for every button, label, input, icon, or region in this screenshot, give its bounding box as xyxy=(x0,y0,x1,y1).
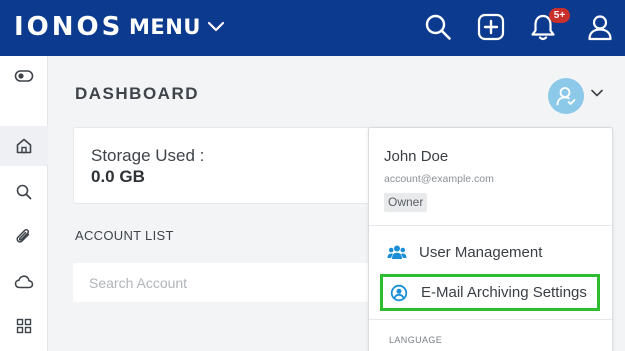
user-icon xyxy=(588,15,612,41)
menu-item-user-management[interactable]: User Management xyxy=(369,235,612,269)
top-bar: IONOS MENU 5+ xyxy=(0,0,625,56)
plus-square-icon xyxy=(477,13,505,41)
main-menu-button[interactable]: MENU xyxy=(129,12,225,42)
storage-label: Storage Used : xyxy=(91,146,205,165)
home-icon xyxy=(16,138,32,154)
notification-count-badge: 5+ xyxy=(549,8,570,23)
storage-value: 0.0 GB xyxy=(91,167,145,186)
menu-item-label: User Management xyxy=(419,243,543,261)
divider xyxy=(369,225,612,226)
rail-item-home[interactable] xyxy=(0,126,48,166)
user-circle-icon xyxy=(389,283,409,303)
rail-item-attachments[interactable] xyxy=(0,217,48,257)
divider xyxy=(369,319,612,320)
apps-grid-icon xyxy=(16,318,32,334)
chevron-down-icon xyxy=(207,21,224,32)
user-email: account@example.com xyxy=(384,173,494,185)
users-icon xyxy=(387,242,407,262)
menu-item-label: E-Mail Archiving Settings xyxy=(421,284,587,301)
search-icon xyxy=(16,184,32,200)
user-name: John Doe xyxy=(384,148,449,165)
storage-card: Storage Used : 0.0 GB xyxy=(73,127,373,204)
chevron-down-icon[interactable] xyxy=(590,88,604,98)
main-menu-label: MENU xyxy=(129,15,201,39)
role-badge: Owner xyxy=(384,193,428,212)
paperclip-icon xyxy=(16,228,30,243)
rail-item-cloud[interactable] xyxy=(0,262,48,302)
ionos-logo[interactable]: IONOS xyxy=(14,12,123,42)
search-icon xyxy=(425,14,451,40)
user-avatar-icon xyxy=(556,87,576,106)
menu-item-email-archiving-settings[interactable]: E-Mail Archiving Settings xyxy=(380,274,600,311)
account-list-heading: ACCOUNT LIST xyxy=(75,228,174,243)
add-button[interactable] xyxy=(474,10,508,44)
page-title: DASHBOARD xyxy=(75,84,199,103)
cloud-icon xyxy=(14,275,34,289)
account-button[interactable] xyxy=(583,10,617,44)
left-rail xyxy=(0,56,48,351)
rail-item-search[interactable] xyxy=(0,172,48,212)
toggle-icon xyxy=(14,70,34,82)
user-avatar-button[interactable] xyxy=(548,78,584,114)
language-heading: LANGUAGE xyxy=(389,335,443,345)
rail-item-toggle[interactable] xyxy=(0,56,48,96)
header-search-button[interactable] xyxy=(421,10,455,44)
user-dropdown-menu: John Doe account@example.com Owner User … xyxy=(368,127,613,351)
search-account-input[interactable] xyxy=(73,263,373,302)
rail-item-apps[interactable] xyxy=(0,306,48,346)
